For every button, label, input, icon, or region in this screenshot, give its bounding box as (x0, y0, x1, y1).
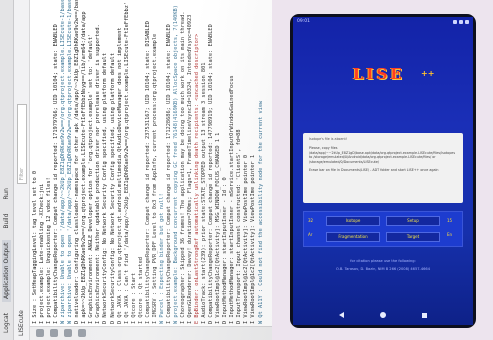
panel-element-label: Ar (308, 232, 313, 237)
isotope-button[interactable]: Isotope (326, 216, 380, 226)
tab-build[interactable]: Build (2, 211, 11, 232)
ide-app-selector-bar: LISEcute Filter (14, 0, 30, 340)
log-line: D CompatibilityChangeReporter: Compat ch… (208, 24, 215, 324)
setup-button[interactable]: Setup (386, 216, 440, 226)
log-line: D NetworkSecurityConfig: No Network Secu… (109, 52, 116, 324)
ide-logcat-photo: Logcat Application Output Build Run LISE… (0, 0, 272, 340)
tab-run[interactable]: Run (2, 185, 11, 203)
log-line: I Qtcore : Start (130, 272, 137, 324)
log-line: I GraphicsEnvironment: ANGLE Developer o… (88, 33, 95, 324)
citation-reference: O.B. Tarasov, D. Bazin, NIM B 266 (2008)… (336, 267, 430, 271)
log-line: W ziparchive: Unable to open '/data/app/… (60, 0, 67, 324)
log-line: W Qt A11Y : Could not find the accessibi… (257, 100, 264, 324)
log-line: I CompatibilityChangeReporter: Compat ch… (165, 24, 172, 324)
phone-photo: 09:01 LISE ++ Isotope's file is absent! … (290, 14, 476, 328)
tab-logcat[interactable]: Logcat (2, 310, 11, 336)
log-line: D Qt JAVA : Class org.qtproject.qt.andro… (116, 27, 123, 324)
ide-window: Logcat Application Output Build Run LISE… (0, 0, 272, 340)
log-line: W Parcel : Expecting binder but got null… (158, 193, 165, 324)
log-line: I GraphicsEnvironment: Neither updatable… (95, 24, 102, 324)
home-icon[interactable] (380, 312, 386, 318)
status-time: 09:01 (297, 19, 310, 24)
status-bar: 09:01 (293, 17, 473, 26)
log-line: E BpBinder: onLastStrongRef automaticall… (194, 33, 201, 324)
log-line: W ziparchive: Unable to open '/data/app/… (67, 0, 74, 324)
tab-application-output[interactable]: Application Output (2, 239, 11, 302)
battery-icon (465, 19, 469, 24)
back-icon[interactable] (339, 312, 344, 318)
log-line: I apk=~~2kUp_E8Z1gDhRKae9v2w==/org.qtpro… (81, 11, 88, 324)
log-line: I CompatibilityChangeReporter: Compat ch… (53, 24, 60, 324)
wifi-icon (453, 19, 457, 24)
app-selector[interactable]: LISEcute (18, 310, 25, 336)
log-line: D InputTransport: Input channel construc… (236, 129, 243, 324)
log-line: I Qt JAVA : Can't find '/data/app/~~2kUp… (123, 1, 130, 324)
log-line: D nativeloader: Configuring classloader-… (74, 0, 81, 324)
log-line: I ViewRootImpl@1c2[QtActivity]: MSG_WIND… (215, 132, 222, 324)
log-line: I CompatibilityChangeReporter: Compat ch… (144, 21, 151, 324)
control-panel: 32 Ar Isotope Setup Fragmentation Target… (303, 211, 463, 247)
log-line: I Choreographer: Skipped 36 frames! The … (179, 11, 186, 324)
lise-logo-suffix: ++ (421, 69, 435, 78)
phone-screen: 09:01 LISE ++ Isotope's file is absent! … (293, 17, 473, 325)
log-line: W project.example: Background concurrent… (172, 5, 179, 324)
panel-energy-label: En (447, 232, 453, 237)
signal-icon (459, 19, 463, 24)
lise-logo: LISE (353, 65, 405, 83)
log-line: I project.example: Late-enabling -XCheck… (39, 183, 46, 324)
log-output[interactable]: I Size : SetHeapTaggingLevel: tag level … (32, 0, 272, 324)
fragmentation-button[interactable]: Fragmentation (326, 232, 380, 242)
log-line: D InputMethodManager: startInputInner - … (222, 177, 229, 324)
dialog-body: Please, copy files /data/app/~~2kUp_E8Z1… (309, 146, 456, 164)
scroll-to-end-icon[interactable] (50, 329, 58, 337)
log-line: I ViewRootImpl@1c2[QtActivity]: ViewPost… (250, 154, 257, 324)
settings-icon[interactable] (78, 329, 86, 337)
log-line: I Size : SetHeapTaggingLevel: tag level … (32, 170, 38, 324)
log-line: I IMGSRV : Setting PVR_DPF Level to 0x3 … (151, 33, 158, 324)
ide-tool-strip (30, 326, 272, 340)
ide-tab-bar: Logcat Application Output Build Run (0, 0, 14, 340)
android-nav-bar (293, 305, 473, 325)
clear-log-icon[interactable] (36, 329, 44, 337)
soft-wrap-icon[interactable] (64, 329, 72, 337)
log-line: I InputMethodManager: startInputInner - … (229, 75, 236, 324)
log-line: I ViewRootImpl@1c2[QtActivity]: ViewPost… (243, 154, 250, 324)
dialog-footer: Erase bar on file in Documents\LISE\ - A… (309, 168, 439, 173)
log-line: I OpenGLRenderer: Davey! duration=700ms;… (187, 14, 194, 324)
panel-energy-value: 15 (447, 218, 453, 223)
panel-mass-label: 32 (308, 218, 314, 223)
citation-heading: for citation please use the following: (350, 259, 416, 263)
log-line: I Qtcore : Qt started (137, 257, 144, 324)
log-line: I project.example: Unquickening 12 vdex … (46, 177, 53, 324)
log-line: D NetworkSecurityConfig: No Network Secu… (102, 52, 109, 324)
dialog-title: Isotope's file is absent! (309, 137, 348, 141)
status-icons (453, 19, 469, 24)
log-line: I AudioTrack: start(239): prior state:ST… (201, 62, 208, 325)
recent-apps-icon[interactable] (422, 312, 427, 318)
missing-file-dialog: Isotope's file is absent! Please, copy f… (303, 133, 463, 203)
target-button[interactable]: Target (386, 232, 440, 242)
filter-input[interactable]: Filter (16, 104, 27, 185)
